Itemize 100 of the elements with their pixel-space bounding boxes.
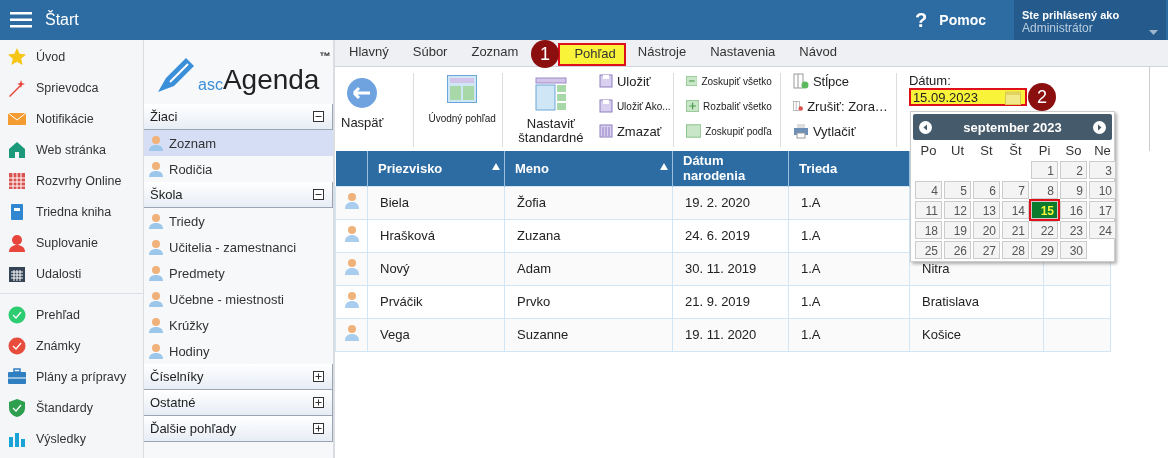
column-header[interactable]: Dátum narodenia (672, 151, 789, 186)
group-all-button[interactable]: Zoskupiť všetko (685, 71, 772, 91)
calendar-day[interactable]: 9 (1060, 181, 1087, 199)
side-menu-item[interactable]: Triedy (144, 208, 333, 234)
calendar-day[interactable]: 7 (1002, 181, 1029, 199)
calendar-day[interactable]: 4 (915, 181, 942, 199)
calendar-day[interactable]: 18 (915, 221, 942, 239)
expand-icon[interactable] (313, 397, 324, 408)
expand-icon[interactable] (313, 371, 324, 382)
columns-button[interactable]: Stĺpce (792, 71, 888, 91)
side-menu-item[interactable]: Krúžky (144, 312, 333, 338)
nav-item[interactable]: Známky (0, 330, 143, 361)
calendar-day[interactable]: 10 (1089, 181, 1116, 199)
side-menu-item[interactable]: Rodičia (144, 156, 333, 182)
expand-icon[interactable] (313, 423, 324, 434)
ribbon-tab[interactable]: Pohľad (558, 43, 626, 66)
floppy-icon (598, 74, 613, 88)
section-header[interactable]: Číselníky (144, 364, 333, 390)
section-header[interactable]: Žiaci (144, 104, 333, 130)
ribbon-tab[interactable]: Návod (787, 42, 849, 66)
ribbon-tab[interactable]: Súbor (400, 42, 460, 66)
calendar-day[interactable]: 6 (973, 181, 1000, 199)
user-dropdown[interactable]: Ste prihlásený ako Administrátor (1014, 0, 1166, 41)
column-header[interactable]: Meno (504, 151, 673, 186)
calendar-day[interactable]: 26 (944, 241, 971, 259)
collapse-icon[interactable] (313, 111, 324, 122)
ribbon-tab[interactable]: Nastavenia (698, 42, 788, 66)
side-menu-item[interactable]: Hodiny (144, 338, 333, 364)
set-default-button[interactable]: Nastaviť štandardné (506, 71, 595, 145)
home-view-button[interactable]: Úvodný pohľad (422, 71, 502, 124)
calendar-day[interactable]: 1 (1031, 161, 1058, 179)
expand-all-button[interactable]: Rozbaliť všetko (685, 96, 772, 116)
calendar-day[interactable]: 2 (1060, 161, 1087, 179)
calendar-day[interactable]: 5 (944, 181, 971, 199)
side-menu-item[interactable]: Predmety (144, 260, 333, 286)
ribbon-tab[interactable]: Hlavný (337, 42, 401, 66)
collapse-icon[interactable] (313, 189, 324, 200)
side-menu-item[interactable]: Zoznam (144, 130, 333, 156)
calendar-day[interactable]: 19 (944, 221, 971, 239)
calendar-day[interactable]: 23 (1060, 221, 1087, 239)
calendar-day[interactable]: 20 (973, 221, 1000, 239)
group-by-button[interactable]: Zoskupiť podľa (685, 121, 772, 141)
save-as-button[interactable]: Uložiť Ako... (598, 96, 671, 116)
calendar-day[interactable]: 8 (1031, 181, 1058, 199)
help-icon[interactable]: ? (915, 8, 928, 32)
app-title[interactable]: Štart (45, 11, 79, 29)
weekday-label: St (979, 143, 994, 159)
calendar-day[interactable]: 12 (944, 201, 971, 219)
column-header[interactable]: Priezvisko (367, 151, 505, 186)
column-header[interactable]: Trieda (788, 151, 910, 186)
calendar-day[interactable]: 13 (973, 201, 1000, 219)
nav-item[interactable]: Štandardy (0, 392, 143, 423)
back-button[interactable]: Naspäť (335, 71, 390, 130)
date-field[interactable]: 15.09.2023 (908, 88, 1027, 106)
section-header[interactable]: Škola (144, 182, 333, 208)
nav-item[interactable]: Triedna kniha (0, 196, 143, 227)
calendar-day[interactable]: 3 (1089, 161, 1116, 179)
calendar-day[interactable]: 11 (915, 201, 942, 219)
nav-item[interactable]: Suplovanie (0, 227, 143, 258)
calendar-day[interactable]: 17 (1089, 201, 1116, 219)
previous-icon[interactable] (919, 120, 932, 134)
calendar-day[interactable]: 29 (1031, 241, 1058, 259)
table-cell: Žofia (517, 195, 546, 210)
side-menu-item[interactable]: Učebne - miestnosti (144, 286, 333, 312)
calendar-day[interactable]: 27 (973, 241, 1000, 259)
help-link[interactable]: Pomoc (939, 12, 986, 28)
section-header[interactable]: Ostatné (144, 390, 333, 416)
calendar-day[interactable]: 30 (1060, 241, 1087, 259)
calendar-icon[interactable] (1004, 89, 1021, 105)
sort-ascending-icon (492, 163, 500, 170)
nav-item[interactable]: Výsledky (0, 423, 143, 454)
nav-item[interactable]: Sprievodca (0, 72, 143, 103)
calendar-day[interactable]: 24 (1089, 221, 1116, 239)
side-menu-item[interactable]: Učitelia - zamestnanci (144, 234, 333, 260)
calendar-day[interactable]: 14 (1002, 201, 1029, 219)
table-cell: 1.A (801, 228, 821, 243)
ribbon-tab[interactable]: Nástroje (625, 42, 699, 66)
nav-item[interactable]: Rozvrhy Online (0, 165, 143, 196)
section-header[interactable]: Ďalšie pohľady (144, 416, 333, 442)
ribbon-tab[interactable]: Zoznam (459, 42, 531, 66)
cal-icon (8, 264, 26, 283)
nav-item[interactable]: Plány a prípravy (0, 361, 143, 392)
calendar-day[interactable]: 28 (1002, 241, 1029, 259)
print-button[interactable]: Vytlačiť (792, 121, 888, 141)
cancel-sort-button[interactable]: Zrušiť: Zora… (792, 96, 888, 116)
menu-icon[interactable] (10, 12, 32, 28)
next-icon[interactable] (1093, 120, 1106, 134)
calendar-day[interactable]: 22 (1031, 221, 1058, 239)
calendar-day[interactable]: 21 (1002, 221, 1029, 239)
calendar-day[interactable]: 16 (1060, 201, 1087, 219)
save-button[interactable]: Uložiť (598, 71, 671, 91)
nav-item[interactable]: Udalosti (0, 258, 143, 289)
calendar-day[interactable]: 15 (1031, 201, 1058, 219)
nav-item[interactable]: Notifikácie (0, 103, 143, 134)
nav-item[interactable]: Prehľad (0, 299, 143, 330)
student-icon (344, 291, 359, 309)
nav-item[interactable]: Úvod (0, 41, 143, 72)
calendar-day[interactable]: 25 (915, 241, 942, 259)
delete-button[interactable]: Zmazať (598, 121, 671, 141)
nav-item[interactable]: Web stránka (0, 134, 143, 165)
